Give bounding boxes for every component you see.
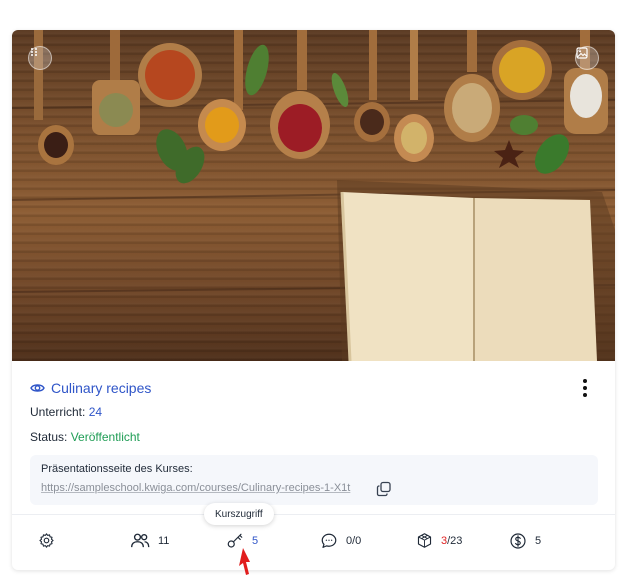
access-count: 5 — [252, 535, 259, 547]
lessons-count: Unterricht: 24 — [30, 405, 102, 419]
course-title: Culinary recipes — [51, 380, 152, 396]
eye-icon — [30, 384, 45, 392]
copy-url-button[interactable] — [376, 481, 392, 497]
tests-total: /23 — [447, 534, 463, 547]
status-label: Status: — [30, 430, 68, 444]
payments-stat[interactable]: 5 — [509, 532, 541, 550]
presentation-page-label: Präsentationsseite des Kurses: — [41, 463, 193, 475]
drag-handle-icon — [31, 48, 37, 56]
course-cover-image — [12, 30, 615, 361]
lessons-label: Unterricht: — [30, 405, 86, 419]
course-stats-bar: 11 5 0/0 3/23 5 — [12, 514, 615, 570]
copy-icon — [376, 481, 391, 497]
comment-icon — [321, 533, 337, 548]
drag-handle-button[interactable] — [28, 46, 52, 70]
more-vertical-icon — [583, 379, 587, 383]
presentation-page-box: Präsentationsseite des Kurses: https://s… — [30, 455, 598, 505]
tests-stat[interactable]: 3/23 — [416, 532, 462, 549]
change-image-button[interactable] — [575, 46, 599, 70]
students-stat[interactable]: 11 — [130, 532, 169, 549]
course-status: Status: Veröffentlicht — [30, 430, 140, 444]
payments-count: 5 — [535, 535, 542, 547]
cursor-arrow-icon — [239, 548, 250, 575]
course-card: Culinary recipes Unterricht: 24 Status: … — [12, 30, 615, 570]
comments-stat[interactable]: 0/0 — [320, 532, 361, 550]
users-icon — [131, 533, 150, 548]
status-value: Veröffentlicht — [70, 430, 140, 444]
image-icon — [576, 47, 588, 59]
comments-count: 0/0 — [346, 535, 362, 547]
gear-icon — [39, 533, 54, 548]
presentation-page-url[interactable]: https://sampleschool.kwiga.com/courses/C… — [41, 482, 363, 494]
settings-button[interactable] — [38, 532, 55, 549]
course-access-tooltip: Kurszugriff — [204, 503, 274, 525]
lessons-value: 24 — [88, 405, 103, 419]
course-title-link[interactable]: Culinary recipes — [30, 380, 151, 396]
students-count: 11 — [158, 534, 170, 547]
more-options-button[interactable] — [581, 379, 589, 397]
dollar-icon — [510, 533, 526, 549]
cube-icon — [417, 533, 432, 548]
